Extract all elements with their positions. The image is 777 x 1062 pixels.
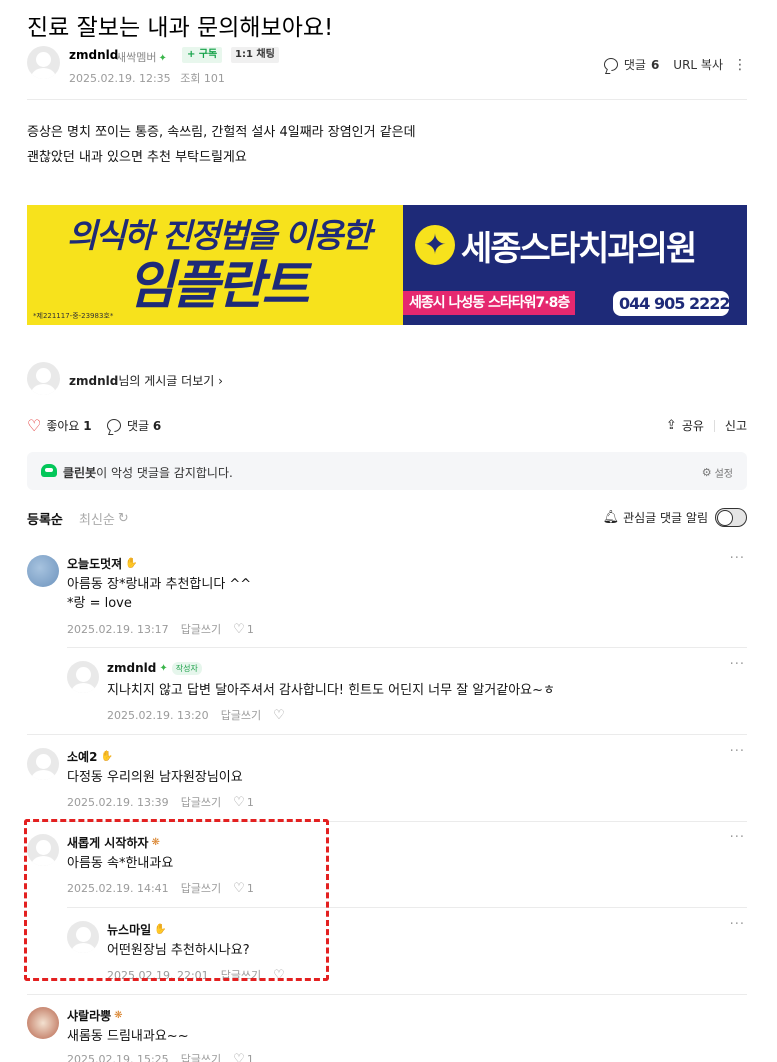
share-icon: ⇪ [665, 418, 677, 433]
heart-icon: ♡ [233, 1051, 245, 1062]
ad-phone: 044 905 2222 [613, 291, 730, 316]
alarm-toggle[interactable] [715, 508, 747, 527]
post-author-row: zmdnld 새싹멤버 ✦ + 구독 1:1 채팅 2025.02.19. 12:… [27, 44, 747, 86]
top-comment-button[interactable]: 댓글 6 [603, 56, 659, 73]
share-button[interactable]: ⇪ 공유 [666, 417, 704, 434]
ad-left-panel: 의식하 진정법을 이용한 임플란트 *제221117-중-23983호* [27, 205, 403, 325]
badge-icon: ✋ [125, 558, 138, 569]
sprout-icon: ✦ [159, 662, 168, 674]
sprout-icon: ✦ [158, 53, 167, 64]
comment-meta: 2025.02.19. 15:25 답글쓰기 ♡ 1 [67, 1051, 254, 1062]
url-copy-button[interactable]: URL 복사 [673, 56, 723, 73]
comment-more-icon[interactable]: ··· [730, 744, 745, 759]
comment-like-button[interactable]: ♡ 1 [233, 796, 254, 809]
author-level: 새싹멤버 ✦ [116, 51, 167, 64]
like-button[interactable]: ♡ 좋아요 1 [27, 417, 92, 434]
heart-icon: ♡ [27, 415, 42, 435]
comment-meta: 2025.02.19. 13:17 답글쓰기 ♡ 1 [67, 621, 254, 637]
comment-button[interactable]: 댓글 6 [107, 417, 161, 434]
commenter-avatar[interactable] [27, 748, 59, 780]
heart-icon: ♡ [273, 707, 285, 723]
cleanbot-settings-button[interactable]: ⚙ 설정 [702, 465, 733, 480]
cleanbot-notice: 클린봇이 악성 댓글을 감지합니다. ⚙ 설정 [27, 452, 747, 490]
highlight-annotation [24, 819, 329, 981]
commenter-name: 소예2 [67, 750, 98, 764]
divider [713, 419, 715, 432]
bell-icon: 🔔︎ [602, 510, 620, 525]
commenter-avatar[interactable] [27, 1007, 59, 1039]
ad-main-text: 임플란트 [127, 256, 309, 316]
comment-meta: 2025.02.19. 13:39 답글쓰기 ♡ 1 [67, 794, 254, 810]
sort-registered-tab[interactable]: 등록순 [27, 509, 63, 528]
badge-icon: ✋ [100, 751, 113, 762]
report-button[interactable]: 신고 [725, 417, 747, 434]
divider [27, 994, 747, 995]
comment-more-icon[interactable]: ··· [730, 657, 745, 672]
commenter-name: 오늘도멋져 [67, 557, 123, 571]
post-views: 조회 101 [180, 72, 225, 85]
writer-badge: 작성자 [171, 661, 202, 675]
action-bar: ♡ 좋아요 1 댓글 6 ⇪ 공유 신고 [27, 416, 747, 436]
comment-meta: 2025.02.19. 13:20 답글쓰기 ♡ [107, 707, 287, 723]
comment-date: 2025.02.19. 15:25 [67, 1052, 169, 1062]
reply-button[interactable]: 답글쓰기 [181, 794, 221, 810]
comment-sort-row: 등록순 최신순 ↻ 🔔︎ 관심글 댓글 알림 [27, 508, 747, 528]
sort-latest-tab[interactable]: 최신순 ↻ [79, 509, 129, 528]
divider [27, 99, 747, 100]
post-meta: 2025.02.19. 12:35 조회 101 [69, 70, 231, 86]
divider [27, 734, 747, 735]
ad-banner[interactable]: 의식하 진정법을 이용한 임플란트 *제221117-중-23983호* 세종스… [27, 205, 747, 325]
comment-more-icon[interactable]: ··· [730, 830, 745, 845]
reply-button[interactable]: 답글쓰기 [181, 621, 221, 637]
ad-code: *제221117-중-23983호* [33, 312, 114, 320]
commenter-name: zmdnld [107, 661, 157, 675]
commenter-avatar[interactable] [67, 661, 99, 693]
cleanbot-icon [41, 464, 57, 477]
ad-address: 세종시 나성동 스타타워7·8층 [403, 291, 576, 315]
comment-icon [107, 419, 121, 432]
comment-date: 2025.02.19. 13:20 [107, 708, 209, 722]
clinic-logo-icon [415, 225, 455, 265]
subscribe-button[interactable]: + 구독 [182, 47, 223, 63]
comment-like-button[interactable]: ♡ 1 [233, 623, 254, 636]
badge-icon: ❋ [114, 1010, 123, 1021]
more-posts-avatar [27, 362, 60, 395]
post-date: 2025.02.19. 12:35 [69, 72, 171, 85]
comment-more-icon[interactable]: ··· [730, 917, 745, 932]
post-body: 증상은 명치 쪼이는 통증, 속쓰림, 간헐적 설사 4일째라 장염인거 같은데… [27, 125, 416, 165]
ad-clinic-name: 세종스타치과의원 [461, 229, 697, 269]
comment-text: 다정동 우리의원 남자원장님이요 [67, 770, 243, 785]
comment-text: 지나치지 않고 답변 달아주셔서 감사합니다! 힌트도 어딘지 너무 잘 알거같… [107, 683, 555, 698]
comment-like-button[interactable]: ♡ 1 [233, 1053, 254, 1062]
author-name[interactable]: zmdnld [69, 48, 118, 62]
comment-date: 2025.02.19. 13:39 [67, 795, 169, 809]
post-title: 진료 잘보는 내과 문의해보아요! [27, 15, 334, 41]
reply-button[interactable]: 답글쓰기 [221, 707, 261, 723]
comment-icon [603, 58, 618, 71]
commenter-avatar[interactable] [27, 555, 59, 587]
comment-more-icon[interactable]: ··· [730, 551, 745, 566]
comment-text: 새롬동 드림내과요~~ [67, 1029, 189, 1044]
comment-like-button[interactable]: ♡ [273, 709, 287, 722]
comment-alarm: 🔔︎ 관심글 댓글 알림 [603, 508, 747, 527]
chat-button[interactable]: 1:1 채팅 [231, 47, 279, 63]
heart-icon: ♡ [233, 621, 245, 637]
heart-icon: ♡ [233, 794, 245, 810]
comment-text: 아름동 장*랑내과 추천합니다 ^^ *랑 = love [67, 577, 252, 611]
top-actions: 댓글 6 URL 복사 ⋮ [603, 56, 747, 73]
ad-right-panel: 세종스타치과의원 세종시 나성동 스타타워7·8층 044 905 2222 [403, 205, 747, 325]
author-avatar[interactable] [27, 46, 60, 79]
comment-date: 2025.02.19. 13:17 [67, 622, 169, 636]
commenter-name: 샤랄라뿡 [67, 1009, 112, 1023]
divider [67, 647, 747, 648]
more-options-icon[interactable]: ⋮ [733, 58, 747, 72]
reply-button[interactable]: 답글쓰기 [181, 1051, 221, 1062]
gear-icon: ⚙ [701, 466, 712, 479]
refresh-icon: ↻ [117, 511, 129, 526]
